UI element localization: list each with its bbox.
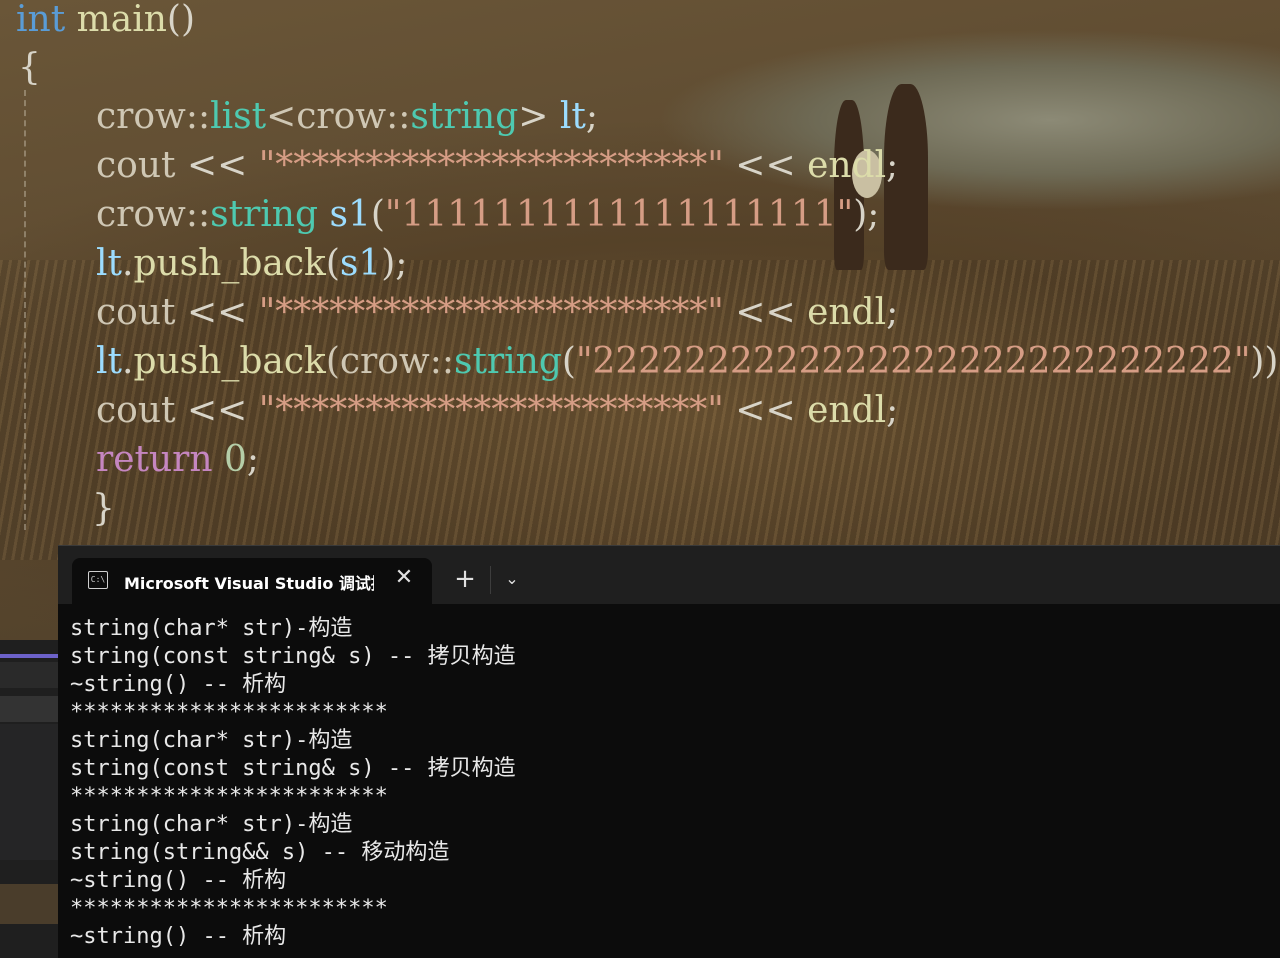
- ide-accent-bar: [0, 654, 58, 658]
- output-line: string(char* str)-构造: [70, 728, 353, 753]
- code-token: s1: [318, 194, 371, 235]
- code-token: lt: [96, 243, 122, 284]
- code-line: cout << "************************" << en…: [96, 293, 898, 333]
- code-editor[interactable]: int main(){crow::list<crow::string> lt; c…: [0, 0, 1280, 545]
- code-token: );: [853, 194, 880, 235]
- console-output: string(char* str)-构造 string(const string…: [70, 615, 1270, 951]
- code-token: cout: [96, 390, 187, 431]
- code-line: int main(): [16, 0, 195, 40]
- chevron-down-icon[interactable]: ⌄: [498, 564, 526, 594]
- code-token: {: [18, 47, 41, 88]
- code-token: string: [210, 194, 319, 235]
- code-token: ;: [246, 439, 260, 480]
- code-token: <<: [186, 145, 259, 186]
- debug-console-window[interactable]: C:\ Microsoft Visual Studio 调试控制台 ✕ + ⌄ …: [58, 545, 1280, 958]
- output-line: ************************: [70, 700, 388, 725]
- code-token: crow::: [96, 96, 211, 137]
- code-token: lt: [559, 96, 586, 137]
- terminal-titlebar: C:\ Microsoft Visual Studio 调试控制台 ✕ + ⌄: [58, 545, 1280, 604]
- code-token: .: [121, 243, 134, 284]
- code-token: endl: [807, 145, 887, 186]
- code-token: "************************": [258, 390, 724, 431]
- code-token: <<: [723, 145, 808, 186]
- code-token: ;: [585, 96, 599, 137]
- close-icon[interactable]: ✕: [390, 564, 418, 592]
- code-token: }: [92, 488, 115, 529]
- code-token: lt: [96, 341, 122, 382]
- code-token: push_back: [133, 341, 326, 382]
- code-token: "************************": [258, 145, 724, 186]
- code-token: "************************": [258, 292, 724, 333]
- code-token: ;: [886, 390, 899, 431]
- output-line: string(const string& s) -- 拷贝构造: [70, 644, 516, 669]
- code-line: {: [18, 48, 41, 88]
- output-line: ~string() -- 析构: [70, 672, 287, 697]
- code-token: int: [16, 0, 66, 40]
- code-line: cout << "************************" << en…: [96, 146, 898, 186]
- code-token: >: [518, 96, 560, 137]
- code-token: (: [561, 341, 576, 382]
- titlebar-separator: [490, 566, 491, 594]
- output-line: string(char* str)-构造: [70, 812, 353, 837]
- code-line: return 0;: [96, 440, 259, 480]
- code-line: cout << "************************" << en…: [96, 391, 898, 431]
- code-token: <<: [723, 292, 808, 333]
- terminal-tab[interactable]: C:\ Microsoft Visual Studio 调试控制台 ✕: [72, 558, 432, 604]
- ide-side-panel: [0, 640, 58, 958]
- ide-panel-body: [0, 724, 58, 860]
- code-token: <<: [186, 390, 259, 431]
- code-line: lt.push_back(s1);: [96, 244, 407, 284]
- code-line: lt.push_back(crow::string("2222222222222…: [96, 342, 1278, 382]
- code-token: <<: [723, 390, 808, 431]
- code-token: <<: [186, 292, 259, 333]
- code-token: s1: [339, 243, 382, 284]
- code-token: (crow::: [325, 341, 454, 382]
- code-token: (: [370, 194, 385, 235]
- output-line: string(const string& s) -- 拷贝构造: [70, 756, 516, 781]
- console-icon: C:\: [88, 571, 108, 589]
- output-line: ************************: [70, 896, 388, 921]
- code-token: <crow::: [266, 96, 411, 137]
- code-token: "1111111111111111111": [384, 194, 854, 235]
- code-token: ;: [886, 292, 899, 333]
- code-line: crow::list<crow::string> lt;: [96, 97, 598, 137]
- output-line: ~string() -- 析构: [70, 924, 287, 949]
- new-tab-button[interactable]: +: [450, 564, 480, 594]
- code-token: main: [65, 0, 167, 40]
- ide-toolbar: [0, 662, 58, 688]
- tab-title: Microsoft Visual Studio 调试控制台: [124, 574, 374, 592]
- code-token: cout: [96, 292, 187, 333]
- code-token: 0: [212, 439, 247, 480]
- code-token: .: [121, 341, 134, 382]
- code-token: )): [1250, 341, 1279, 382]
- code-token: );: [381, 243, 408, 284]
- code-token: (): [166, 0, 196, 40]
- output-line: string(char* str)-构造: [70, 616, 353, 641]
- ide-tab-strip: [0, 696, 58, 722]
- ide-status-area: [0, 884, 58, 924]
- code-token: string: [453, 341, 562, 382]
- code-token: "2222222222222222222222222222": [575, 341, 1251, 382]
- code-token: (: [325, 243, 340, 284]
- code-token: crow::: [96, 194, 211, 235]
- code-token: push_back: [133, 243, 326, 284]
- output-line: ~string() -- 析构: [70, 868, 287, 893]
- output-line: string(string&& s) -- 移动构造: [70, 840, 450, 865]
- code-line: crow::string s1("1111111111111111111");: [96, 195, 879, 235]
- code-token: return: [96, 439, 213, 480]
- code-token: string: [410, 96, 519, 137]
- indent-guide: [24, 90, 26, 530]
- code-token: cout: [96, 145, 187, 186]
- code-token: list: [210, 96, 267, 137]
- code-line: }: [92, 489, 115, 529]
- code-token: endl: [807, 390, 887, 431]
- output-line: ************************: [70, 784, 388, 809]
- code-token: ;: [886, 145, 899, 186]
- code-token: endl: [807, 292, 887, 333]
